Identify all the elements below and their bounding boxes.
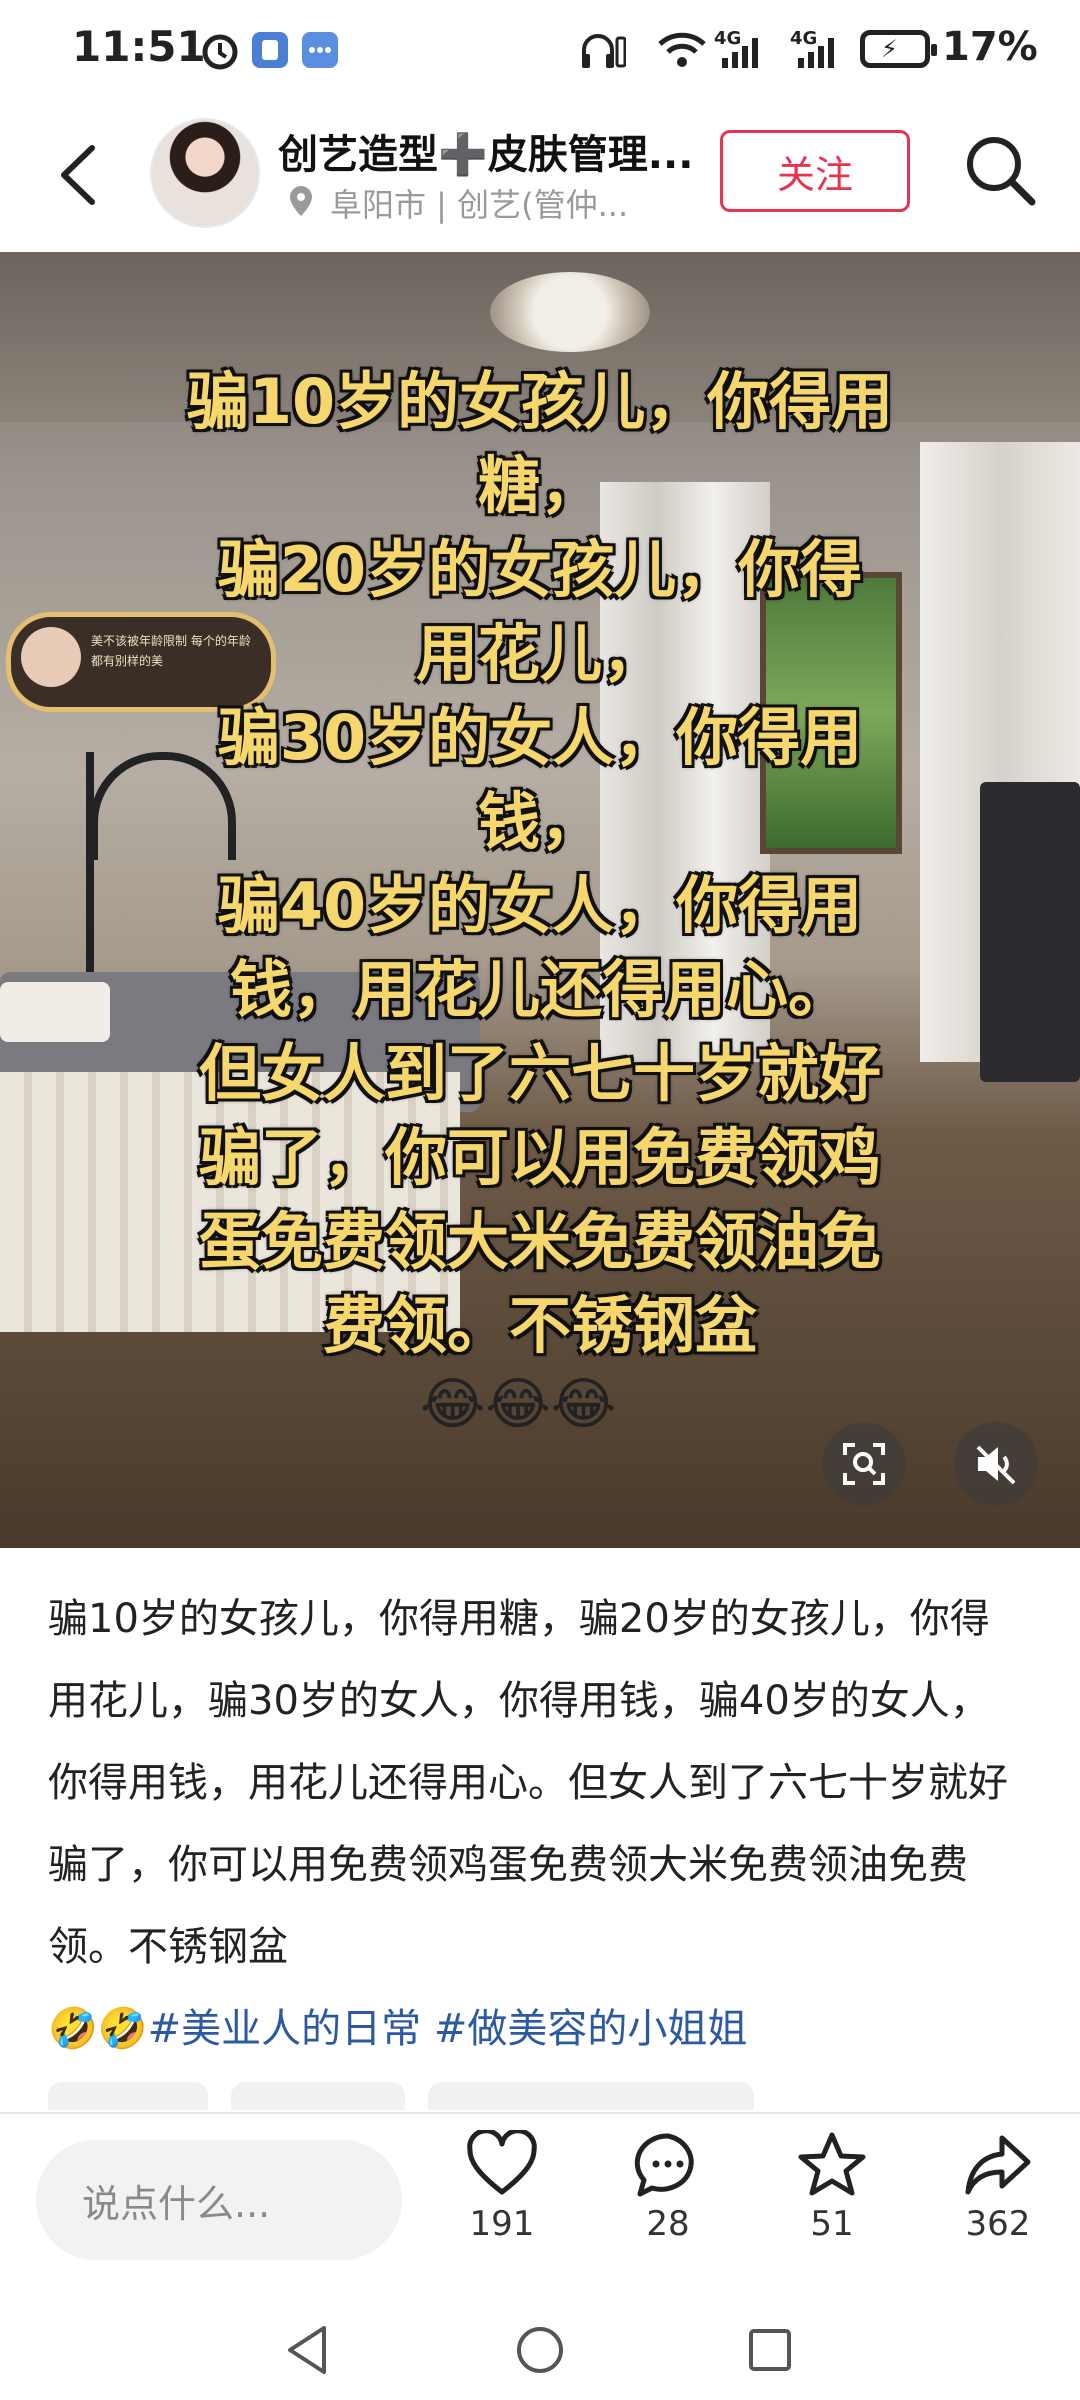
share-button[interactable]: 362: [938, 2130, 1058, 2244]
share-count: 362: [965, 2204, 1031, 2244]
alarm-icon: [202, 34, 238, 70]
comment-count: 28: [646, 2204, 690, 2244]
hashtag-beautician[interactable]: #做美容的小姐姐: [434, 2006, 748, 2052]
bottom-divider: [0, 2112, 1080, 2114]
battery-percent: 17%: [942, 24, 1038, 70]
author-name[interactable]: 创艺造型➕皮肤管理...: [278, 122, 698, 180]
post-header: 创艺造型➕皮肤管理... 阜阳市 | 创艺(管仲... 关注: [0, 100, 1080, 250]
like-count: 191: [469, 2204, 535, 2244]
status-bar: 11:51 4G 4G ⚡ 17%: [0, 0, 1080, 100]
signal-4g-icon-2: 4G: [790, 28, 850, 72]
image-emojis: 😂😂😂: [420, 1372, 617, 1437]
status-time: 11:51: [72, 22, 206, 71]
ceiling-light: [490, 272, 650, 352]
search-icon[interactable]: [960, 130, 1040, 210]
related-search-row: [48, 2082, 1048, 2110]
like-button[interactable]: 191: [442, 2130, 562, 2244]
location-pin-icon: [290, 186, 312, 216]
headphone-battery-icon: [582, 34, 626, 68]
wifi-icon: [658, 32, 706, 67]
author-location[interactable]: 阜阳市 | 创艺(管仲...: [330, 180, 628, 226]
nav-recents-icon[interactable]: [746, 2326, 794, 2374]
post-image[interactable]: 美不该被年龄限制 每个的年龄都有别样的美 骗10岁的女孩儿，你得用 糖， 骗20…: [0, 252, 1080, 1548]
related-chip[interactable]: [48, 2082, 208, 2110]
message-notification-icon: [302, 32, 338, 68]
comment-button[interactable]: 28: [608, 2130, 728, 2244]
comment-input[interactable]: 说点什么...: [36, 2140, 402, 2260]
comment-bubble-icon: [634, 2133, 694, 2197]
battery-icon: ⚡: [860, 30, 937, 68]
equipment-cart: [980, 782, 1080, 1082]
heart-icon: [467, 2130, 537, 2195]
caption-emojis: 🤣🤣: [48, 2006, 148, 2052]
system-nav-bar: [0, 2300, 1080, 2400]
author-avatar[interactable]: [150, 118, 260, 228]
nav-home-icon[interactable]: [514, 2324, 566, 2376]
nav-back-icon[interactable]: [282, 2322, 332, 2378]
post-caption: 骗10岁的女孩儿，你得用糖，骗20岁的女孩儿，你得用花儿，骗30岁的女人，你得用…: [48, 1578, 1028, 2070]
image-overlay-text: 骗10岁的女孩儿，你得用 糖， 骗20岁的女孩儿，你得 用花儿， 骗30岁的女人…: [186, 365, 894, 1362]
related-chip[interactable]: [428, 2082, 755, 2110]
back-arrow-icon[interactable]: [50, 140, 110, 210]
favorite-button[interactable]: 51: [772, 2130, 892, 2244]
speaker-muted-icon: [976, 1445, 1016, 1485]
follow-button[interactable]: 关注: [720, 130, 910, 212]
image-search-button[interactable]: [822, 1422, 906, 1506]
related-chip[interactable]: [231, 2082, 406, 2110]
star-icon: [798, 2132, 866, 2196]
app-notification-icon: [252, 32, 288, 68]
scan-search-icon: [843, 1443, 885, 1485]
caption-text: 骗10岁的女孩儿，你得用糖，骗20岁的女孩儿，你得用花儿，骗30岁的女人，你得用…: [48, 1596, 1008, 1970]
share-arrow-icon: [965, 2135, 1031, 2195]
hashtag-beauty-daily[interactable]: #美业人的日常: [148, 2006, 422, 2052]
signal-4g-icon-1: 4G: [714, 28, 774, 72]
favorite-count: 51: [810, 2204, 854, 2244]
mute-button[interactable]: [954, 1422, 1038, 1506]
